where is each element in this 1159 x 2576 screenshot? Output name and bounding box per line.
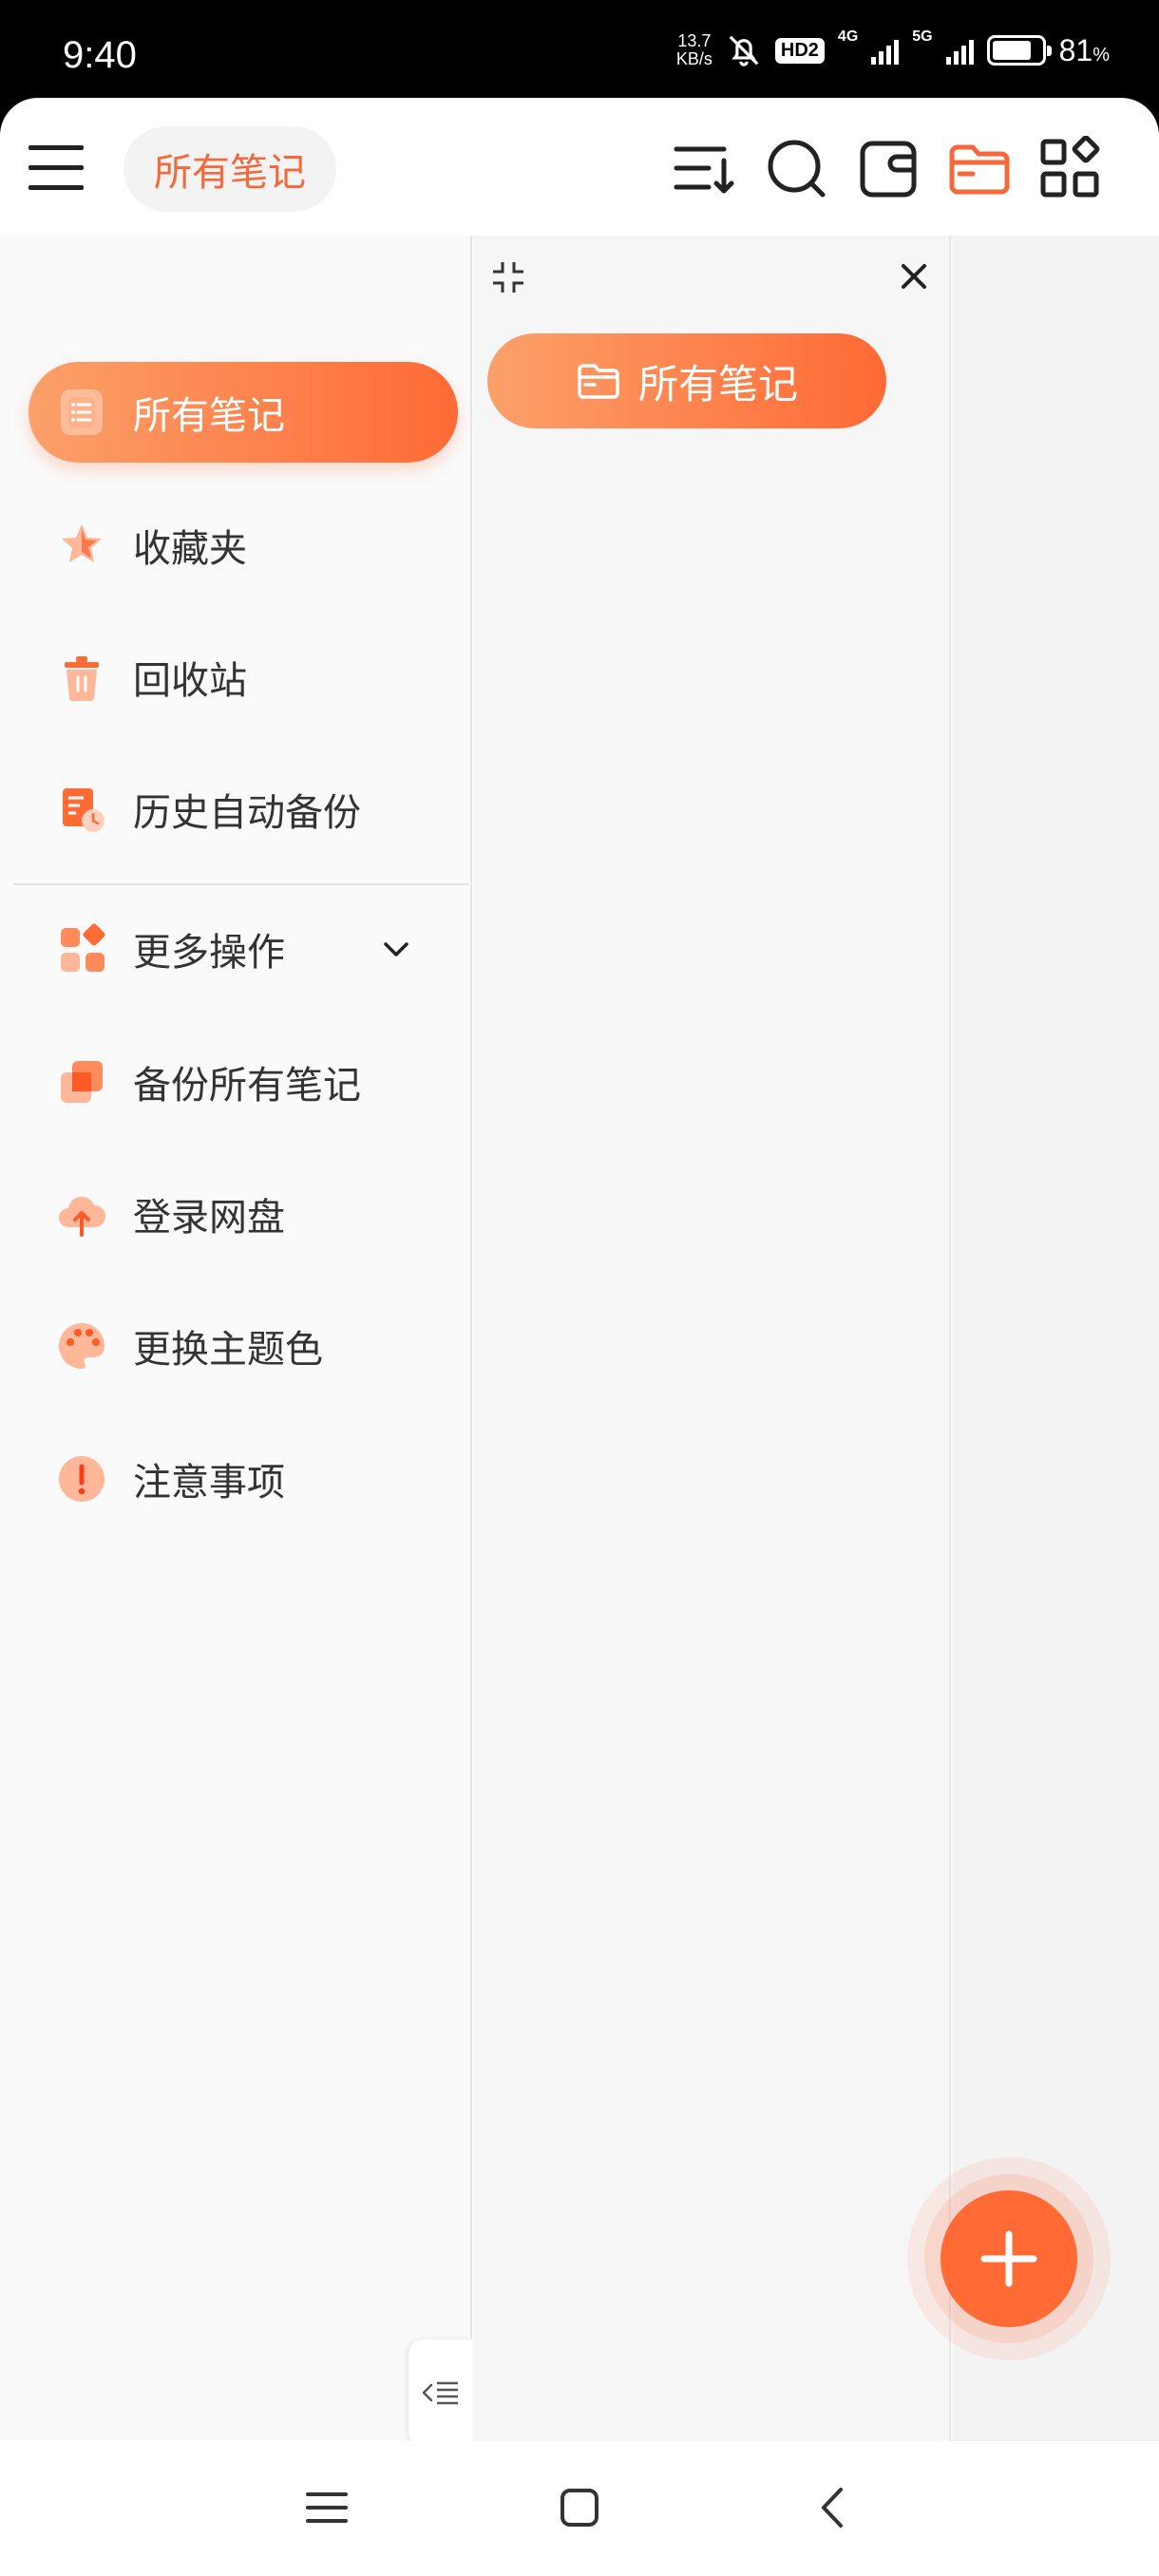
palette-icon [59,1323,104,1369]
battery-fill [992,41,1032,60]
nav-item-favorites[interactable]: 收藏夹 [28,495,458,596]
system-navigation-bar [0,2441,1159,2576]
drawer-divider [13,883,469,885]
apps-icon[interactable] [1037,136,1104,202]
menu-lines-icon [306,2492,348,2523]
notice-icon [59,1456,104,1502]
back-button[interactable] [804,2479,861,2536]
network-type-1: 4G [837,28,859,45]
search-icon[interactable] [764,136,830,202]
nav-label: 登录网盘 [133,1196,285,1240]
plus-icon [980,2230,1037,2287]
collapse-drawer-tab[interactable] [408,2339,473,2446]
folder-icon[interactable] [946,136,1013,202]
shrink-icon[interactable] [489,258,527,296]
nav-item-change-theme[interactable]: 更换主题色 [28,1296,458,1396]
hd-badge: HD2 [774,37,825,64]
nav-label: 历史自动备份 [133,791,361,835]
nav-item-all-notes[interactable]: 所有笔记 [28,362,458,463]
nav-label: 回收站 [133,659,247,703]
star-icon [62,524,102,562]
add-note-button[interactable] [940,2190,1077,2327]
battery-icon [986,35,1052,66]
status-bar: 9:40 13.7 KB/s HD2 4G 5G 81% [0,0,1159,104]
folder-chip-label: 所有笔记 [637,360,798,407]
current-folder-title[interactable]: 所有笔记 [124,126,336,212]
notes-app: 所有笔记 所有笔记 收藏夹 回收站 历史自动备份 更多操作 备份所有笔记 登录网… [0,98,1159,2576]
folder-chip-all-notes[interactable]: 所有笔记 [487,333,886,428]
cloud-upload-icon [59,1196,106,1237]
nav-item-history-backup[interactable]: 历史自动备份 [28,759,458,860]
recents-button[interactable] [298,2479,355,2536]
mute-bell-icon [729,35,759,66]
chevron-down-icon [384,942,408,957]
nav-item-backup-all[interactable]: 备份所有笔记 [28,1032,458,1132]
top-toolbar: 所有笔记 [0,98,1159,236]
trash-icon [65,656,99,701]
home-button[interactable] [551,2479,608,2536]
status-time: 9:40 [63,34,137,76]
sort-icon[interactable] [671,136,737,202]
status-icons: 13.7 KB/s HD2 4G 5G 81% [675,28,1110,68]
signal-bars-1-icon [871,36,900,65]
square-icon [560,2489,598,2527]
menu-icon[interactable] [28,136,91,199]
nav-item-notice[interactable]: 注意事项 [28,1429,458,1529]
back-chevron-icon [822,2488,843,2528]
battery-percent: 81% [1058,32,1110,67]
navigation-drawer: 所有笔记 收藏夹 回收站 历史自动备份 更多操作 备份所有笔记 登录网盘 更换主… [0,236,473,2539]
network-type-2: 5G [912,28,933,45]
folder-icon [578,364,619,399]
folder-panel: 所有笔记 [474,236,951,2539]
nav-label: 所有笔记 [133,394,285,438]
nav-item-more-actions[interactable]: 更多操作 [28,899,458,999]
collapse-list-icon [422,2381,458,2405]
nav-label: 收藏夹 [133,527,247,571]
close-icon[interactable] [898,260,930,293]
more-actions-icon [61,923,105,972]
nav-item-login-cloud[interactable]: 登录网盘 [28,1164,458,1264]
nav-label: 注意事项 [133,1461,285,1505]
nav-item-recycle-bin[interactable]: 回收站 [28,627,458,728]
nav-label: 更换主题色 [133,1328,323,1372]
signal-bars-2-icon [945,36,974,65]
notes-list-icon [61,389,103,435]
nav-label: 更多操作 [133,931,285,975]
nav-label: 备份所有笔记 [133,1064,361,1108]
notebook-icon[interactable] [855,136,922,202]
backup-icon [61,1061,103,1103]
history-backup-icon [63,788,104,832]
network-speed: 13.7 KB/s [675,31,712,68]
